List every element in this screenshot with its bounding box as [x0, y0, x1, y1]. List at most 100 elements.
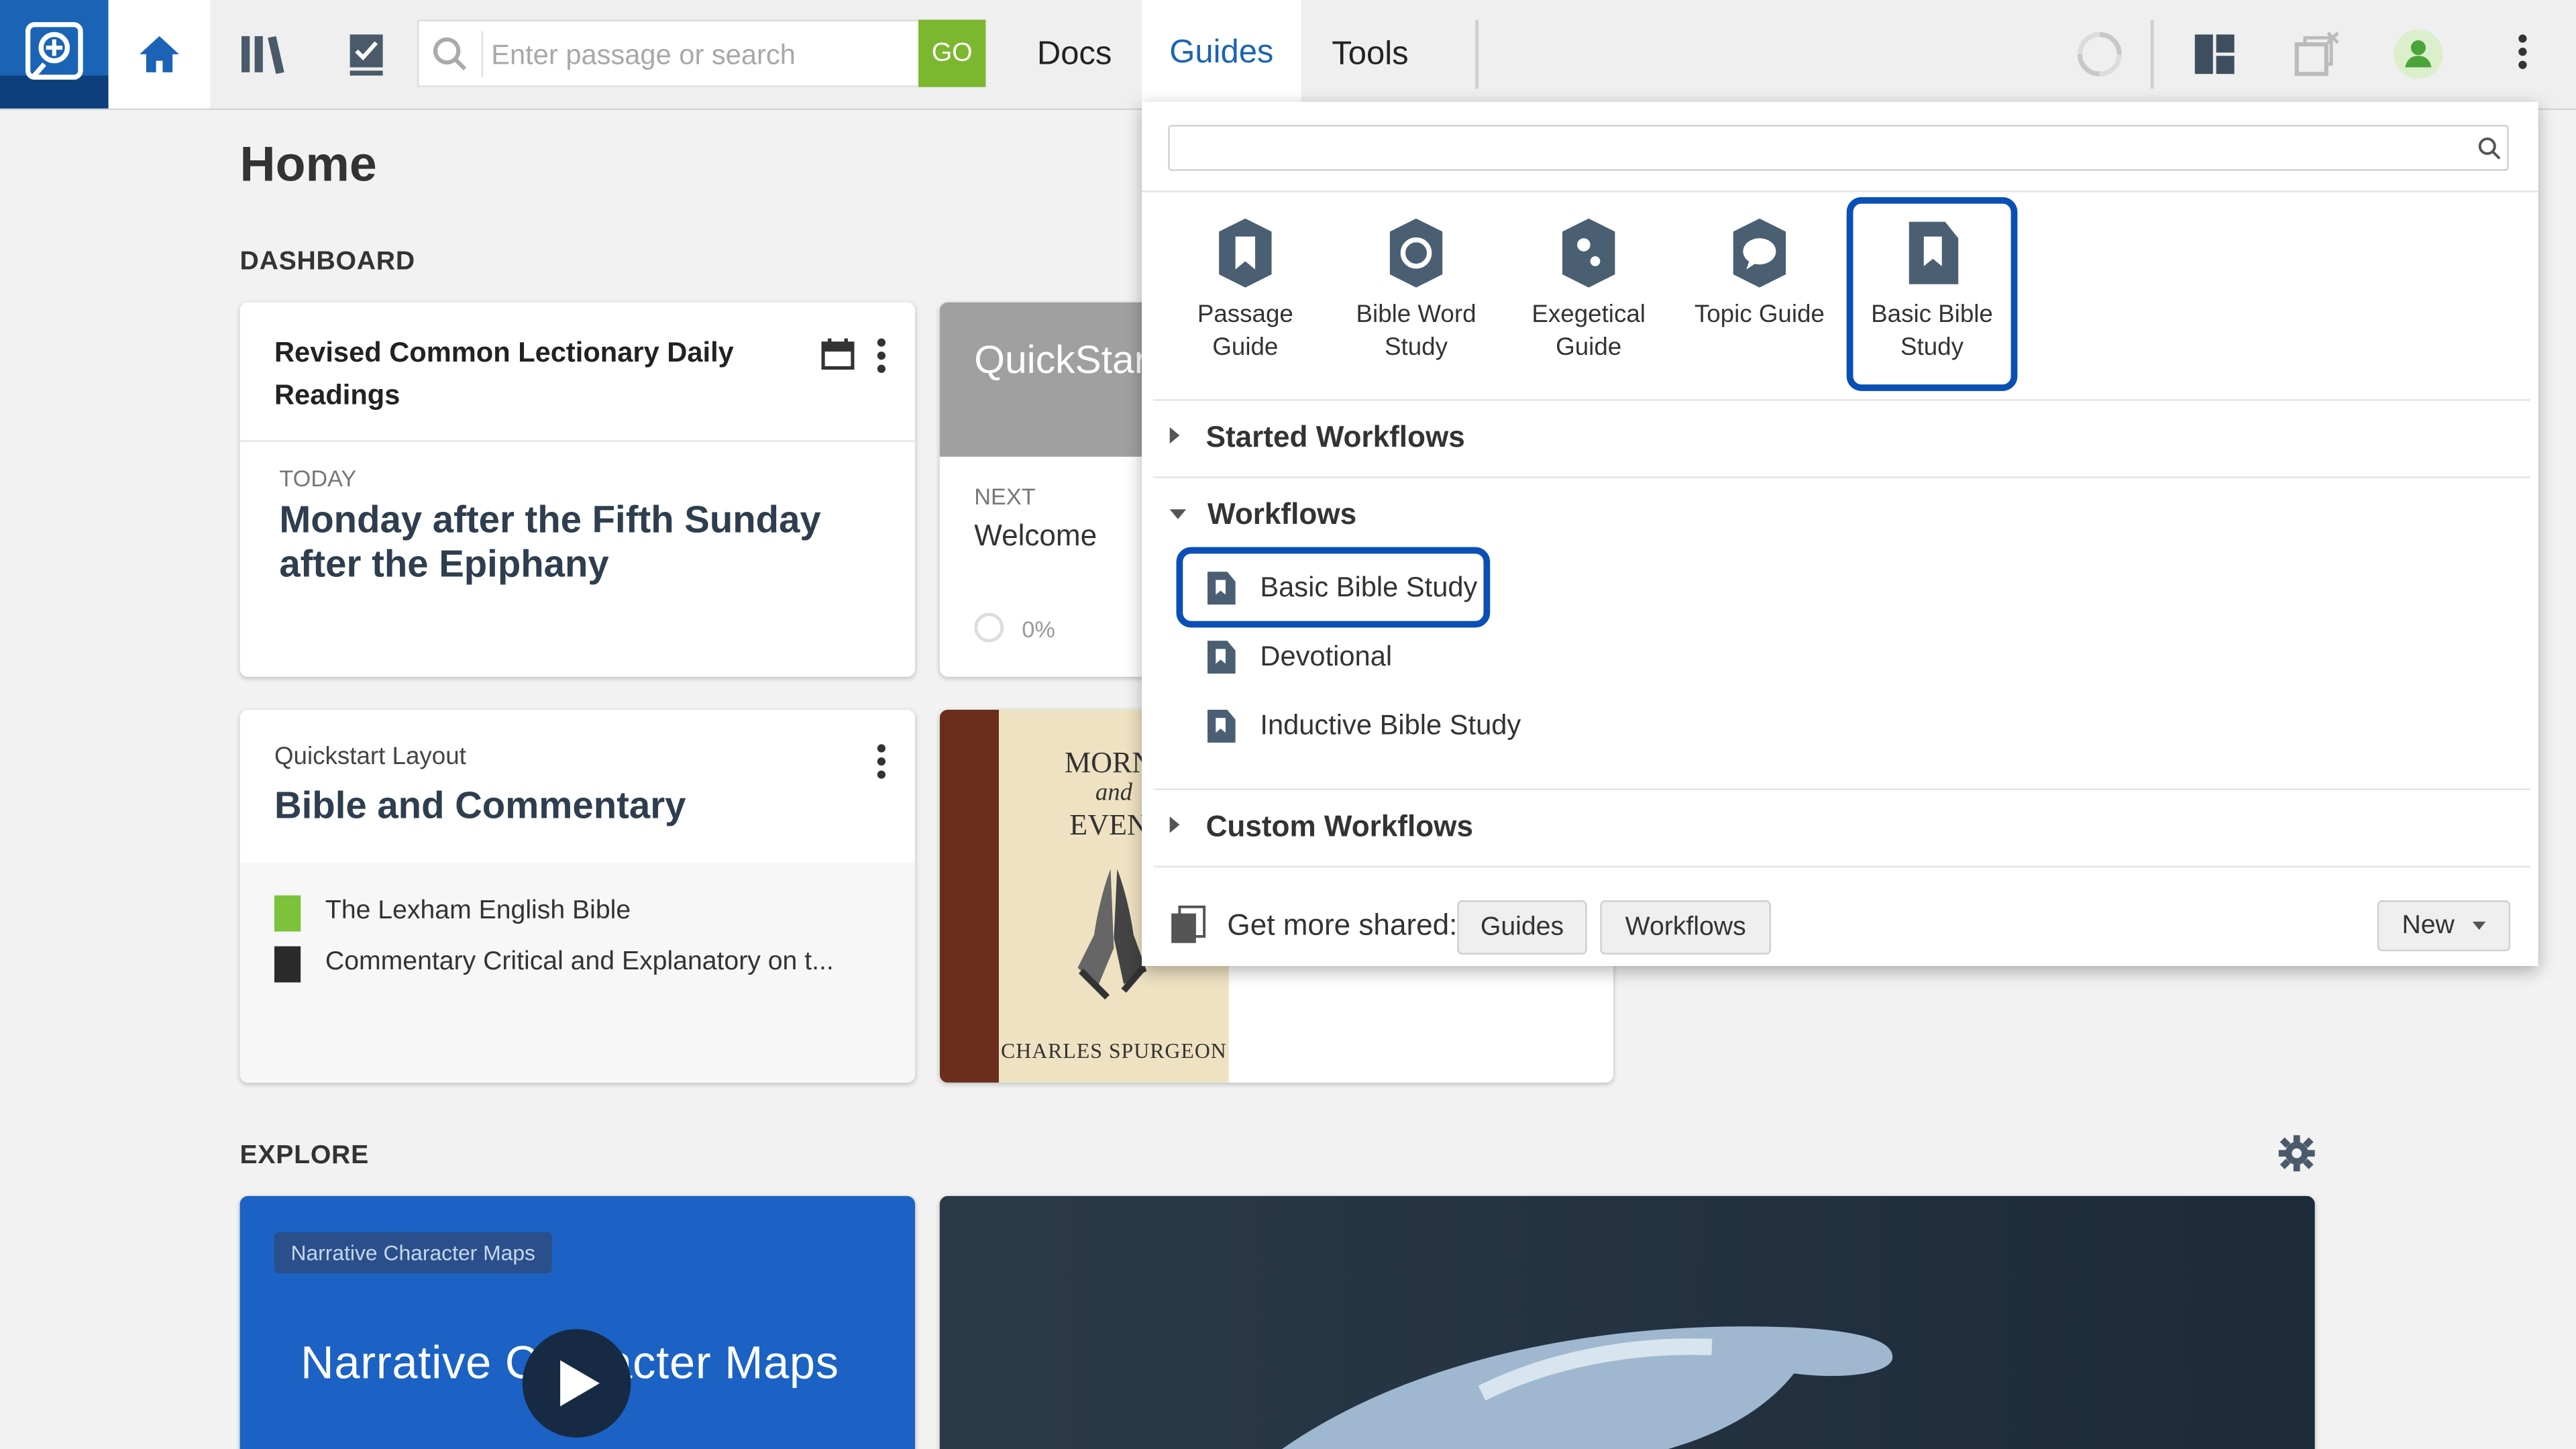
book-spine: [939, 709, 999, 1083]
sync-icon: [2077, 32, 2122, 76]
lectionary-menu-button[interactable]: [877, 338, 888, 378]
home-icon: [140, 36, 179, 72]
home-button[interactable]: [108, 0, 211, 109]
guide-type-label: Study: [1385, 333, 1448, 362]
chevron-down-icon: [2472, 921, 2486, 930]
guide-type-label: Topic Guide: [1694, 301, 1825, 329]
layout-card[interactable]: Quickstart Layout Bible and Commentary T…: [239, 709, 916, 1083]
search-input[interactable]: [488, 21, 906, 89]
guide-type-topic-guide[interactable]: Topic Guide: [1677, 217, 1841, 331]
guide-type-passage-guide[interactable]: Passage Guide: [1163, 217, 1328, 364]
close-panels-icon: [2294, 32, 2339, 76]
search-box: [417, 19, 986, 89]
top-toolbar: GO Docs Guides Tools: [0, 0, 2576, 111]
workflow-icon: [1208, 709, 1236, 743]
explore-video-card[interactable]: Narrative Character Maps Narrative Chara…: [239, 1195, 916, 1449]
page-title: Home: [239, 138, 377, 193]
shared-guides-button[interactable]: Guides: [1457, 900, 1587, 955]
workflows-section[interactable]: Workflows: [1169, 498, 1357, 532]
tab-tools[interactable]: Tools: [1314, 0, 1426, 109]
lexham-bible-cover: [274, 895, 301, 932]
tab-guides[interactable]: Guides: [1142, 0, 1301, 105]
workflow-label: Devotional: [1260, 641, 1393, 672]
layout-item[interactable]: The Lexham English Bible: [325, 897, 631, 926]
expand-arrow-icon: [1169, 427, 1180, 444]
progress-value: 0%: [1022, 616, 1055, 643]
highlight-basic-bible-study-tile: [1846, 197, 2018, 391]
tab-docs[interactable]: Docs: [1018, 0, 1130, 109]
explore-settings-icon[interactable]: [2277, 1134, 2316, 1173]
expand-arrow-icon: [1169, 816, 1180, 833]
logos-logo-button[interactable]: [0, 0, 109, 109]
custom-workflows-section[interactable]: Custom Workflows: [1169, 810, 1473, 844]
guide-type-label: Exegetical: [1532, 301, 1646, 329]
more-vertical-icon: [2518, 34, 2528, 74]
lectionary-title: Revised Common Lectionary Daily Readings: [274, 337, 734, 411]
play-button[interactable]: [522, 1329, 631, 1438]
user-avatar-icon: [2394, 30, 2443, 79]
commentary-cover: [274, 946, 301, 983]
guide-type-label: Guide: [1556, 333, 1622, 362]
video-badge: Narrative Character Maps: [274, 1232, 552, 1273]
explore-heading: EXPLORE: [239, 1142, 369, 1170]
workflow-icon: [1208, 641, 1236, 674]
layout-item[interactable]: Commentary Critical and Explanatory on t…: [325, 948, 834, 977]
workflow-item-inductive-bible-study[interactable]: Inductive Bible Study: [1204, 708, 1521, 745]
toolbar-divider-2: [2150, 19, 2154, 89]
lectionary-card[interactable]: Revised Common Lectionary Daily Readings…: [239, 302, 916, 677]
guide-type-bible-word-study[interactable]: Bible Word Study: [1334, 217, 1499, 364]
workflow-item-devotional[interactable]: Devotional: [1204, 639, 1392, 676]
sync-button[interactable]: [2074, 28, 2126, 80]
tasks-button[interactable]: [340, 28, 392, 80]
lectionary-reading[interactable]: Monday after the Fifth Sunday after the …: [279, 498, 871, 586]
topic-guide-icon: [1733, 218, 1786, 288]
toolbar-divider: [1475, 19, 1479, 89]
workflows-label: Workflows: [1208, 498, 1357, 531]
new-dropdown-button[interactable]: New: [2377, 900, 2511, 951]
collapse-arrow-icon: [1169, 509, 1187, 519]
layout-icon: [2194, 34, 2235, 74]
more-menu-button[interactable]: [2497, 28, 2549, 80]
custom-workflows-label: Custom Workflows: [1205, 810, 1473, 843]
progress-ring: [974, 612, 1004, 643]
guide-type-exegetical-guide[interactable]: Exegetical Guide: [1507, 217, 1671, 364]
get-more-shared-label: Get more shared:: [1227, 908, 1458, 942]
close-panels-button[interactable]: [2290, 28, 2343, 80]
shared-workflows-button[interactable]: Workflows: [1600, 900, 1772, 955]
layout-menu-button[interactable]: [877, 744, 888, 784]
guides-search-input[interactable]: [1176, 129, 2465, 170]
workflow-label: Inductive Bible Study: [1260, 709, 1521, 741]
explore-image-card[interactable]: [939, 1195, 2315, 1449]
cover-author: CHARLES SPURGEON: [1001, 1038, 1227, 1063]
new-button-label: New: [2402, 910, 2455, 939]
logo-icon: [25, 22, 83, 80]
layouts-button[interactable]: [2188, 28, 2241, 80]
search-icon: [2478, 137, 2501, 160]
guide-type-label: Guide: [1212, 333, 1279, 362]
calendar-icon[interactable]: [821, 337, 855, 370]
account-button[interactable]: [2392, 28, 2445, 80]
quickstart-title: QuickStart: [974, 338, 1159, 383]
search-icon: [433, 37, 467, 71]
next-value[interactable]: Welcome: [974, 519, 1097, 553]
guide-type-label: Passage: [1197, 301, 1293, 329]
bible-word-study-icon: [1389, 218, 1443, 288]
guide-type-label: Bible Word: [1356, 301, 1477, 329]
started-workflows-section[interactable]: Started Workflows: [1169, 420, 1465, 455]
layout-title[interactable]: Bible and Commentary: [274, 784, 686, 828]
passage-guide-icon: [1219, 218, 1272, 288]
started-workflows-label: Started Workflows: [1205, 420, 1465, 453]
app-window: GO Docs Guides Tools: [0, 0, 2576, 1449]
dashboard-heading: DASHBOARD: [239, 248, 415, 276]
next-label: NEXT: [974, 483, 1036, 510]
library-button[interactable]: [237, 28, 289, 80]
guides-search-box: [1168, 125, 2509, 171]
layout-subtitle: Quickstart Layout: [274, 742, 466, 771]
go-button[interactable]: GO: [918, 19, 986, 87]
play-icon: [560, 1360, 600, 1407]
sky-image: [939, 1195, 2315, 1449]
today-label: TODAY: [279, 465, 357, 492]
checklist-icon: [350, 34, 383, 76]
library-icon: [241, 36, 284, 74]
highlight-basic-bible-study-workflow: [1176, 547, 1491, 628]
